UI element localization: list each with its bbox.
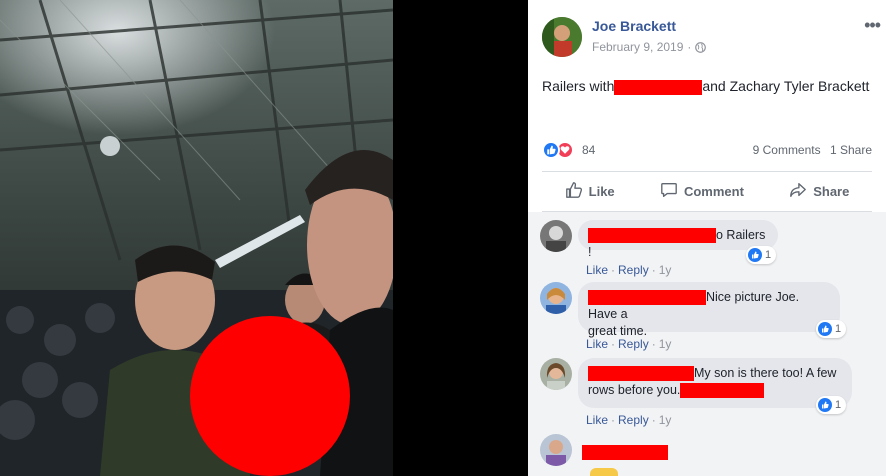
post-text: Railers with and Zachary Tyler Brackett <box>542 78 869 95</box>
redaction-bar <box>588 366 694 382</box>
comment-like-count: 1 <box>835 323 842 335</box>
comment-bubble: o Railers ! <box>578 220 778 259</box>
comment-reply-link[interactable]: Reply <box>618 413 649 427</box>
redaction-bar <box>582 445 668 461</box>
comment-bubble: Nice picture Joe. Have a great time. <box>578 282 840 338</box>
reaction-count[interactable]: 84 <box>582 143 595 157</box>
commenter-avatar[interactable] <box>540 434 572 466</box>
comment-age[interactable]: 1y <box>659 413 672 427</box>
comment-like-link[interactable]: Like <box>586 413 608 427</box>
reactions-bar: 84 9 Comments 1 Share <box>542 140 872 162</box>
comment-actions: Like · Reply · 1y <box>586 263 672 277</box>
redaction-bar <box>588 228 716 244</box>
more-options-icon[interactable]: ••• <box>864 16 881 34</box>
comment-like-count: 1 <box>835 399 842 411</box>
comment-line: Nice picture Joe. Have a <box>588 289 830 323</box>
comment-item: My son is there too! A few rows before y… <box>540 358 880 427</box>
redaction-bar <box>614 79 703 95</box>
post-date[interactable]: February 9, 2019 <box>592 40 683 54</box>
commenter-avatar[interactable] <box>540 220 572 252</box>
comment-line: My son is there too! A few <box>588 365 842 382</box>
author-avatar[interactable] <box>542 17 582 57</box>
comment-actions: Like · Reply · 1y <box>586 337 672 351</box>
comment-item: o Railers ! 1 Like · Reply · 1y <box>540 220 880 280</box>
comment-bubble: My son is there too! A few rows before y… <box>578 358 852 408</box>
comment-like-count: 1 <box>765 249 772 261</box>
share-icon <box>789 181 813 202</box>
comments-count[interactable]: 9 Comments <box>753 143 821 157</box>
thumbs-up-icon <box>565 181 589 202</box>
comment-like-badge[interactable]: 1 <box>746 246 777 264</box>
divider <box>542 171 872 172</box>
comment-like-badge[interactable]: 1 <box>816 396 847 414</box>
post-header: Joe Brackett February 9, 2019 · ••• <box>542 14 882 60</box>
comment-icon <box>660 181 684 202</box>
globe-icon <box>695 41 707 53</box>
photo-viewer[interactable] <box>0 0 528 476</box>
comment-text-line2: rows before you. <box>588 383 681 397</box>
like-reaction-icon <box>818 398 832 412</box>
comments-section: o Railers ! 1 Like · Reply · 1y Nice picture… <box>528 212 886 476</box>
meta-separator: · <box>687 40 692 54</box>
share-button[interactable]: Share <box>789 181 849 202</box>
post-photo[interactable] <box>0 0 393 476</box>
comment-age[interactable]: 1y <box>659 263 672 277</box>
comment-item <box>540 434 880 476</box>
like-button[interactable]: Like <box>565 181 615 202</box>
comment-label: Comment <box>683 183 744 199</box>
comment-like-link[interactable]: Like <box>586 337 608 351</box>
reaction-icons[interactable] <box>542 141 574 159</box>
like-reaction-icon <box>748 248 762 262</box>
post-text-after: and Zachary Tyler Brackett <box>702 78 870 94</box>
engagement-counts: 9 Comments 1 Share <box>747 143 872 157</box>
comment-button[interactable]: Comment <box>660 181 744 202</box>
emoji-reaction <box>590 468 618 476</box>
comment-reply-link[interactable]: Reply <box>618 263 649 277</box>
like-label: Like <box>588 183 615 199</box>
commenter-avatar[interactable] <box>540 282 572 314</box>
comment-author-redacted <box>582 444 668 462</box>
post-meta: February 9, 2019 · <box>592 40 707 54</box>
redaction-bar <box>680 383 765 399</box>
comment-item: Nice picture Joe. Have a great time. 1 L… <box>540 282 880 351</box>
comment-actions: Like · Reply · 1y <box>586 413 672 427</box>
like-reaction-icon <box>818 322 832 336</box>
like-reaction-icon <box>542 141 560 159</box>
comment-like-badge[interactable]: 1 <box>816 320 847 338</box>
share-label: Share <box>813 183 850 199</box>
comment-age[interactable]: 1y <box>659 337 672 351</box>
comment-reply-link[interactable]: Reply <box>618 337 649 351</box>
commenter-avatar[interactable] <box>540 358 572 390</box>
comment-like-link[interactable]: Like <box>586 263 608 277</box>
post-actions: Like Comment Share <box>542 174 872 208</box>
comment-line: rows before you. <box>588 382 842 399</box>
author-name[interactable]: Joe Brackett <box>592 18 676 34</box>
post-panel: Joe Brackett February 9, 2019 · ••• Rail… <box>528 0 886 476</box>
redaction-bar <box>588 290 706 306</box>
shares-count[interactable]: 1 Share <box>830 143 872 157</box>
post-text-before: Railers with <box>542 78 615 94</box>
comment-text-line1: My son is there too! A few <box>694 366 837 380</box>
